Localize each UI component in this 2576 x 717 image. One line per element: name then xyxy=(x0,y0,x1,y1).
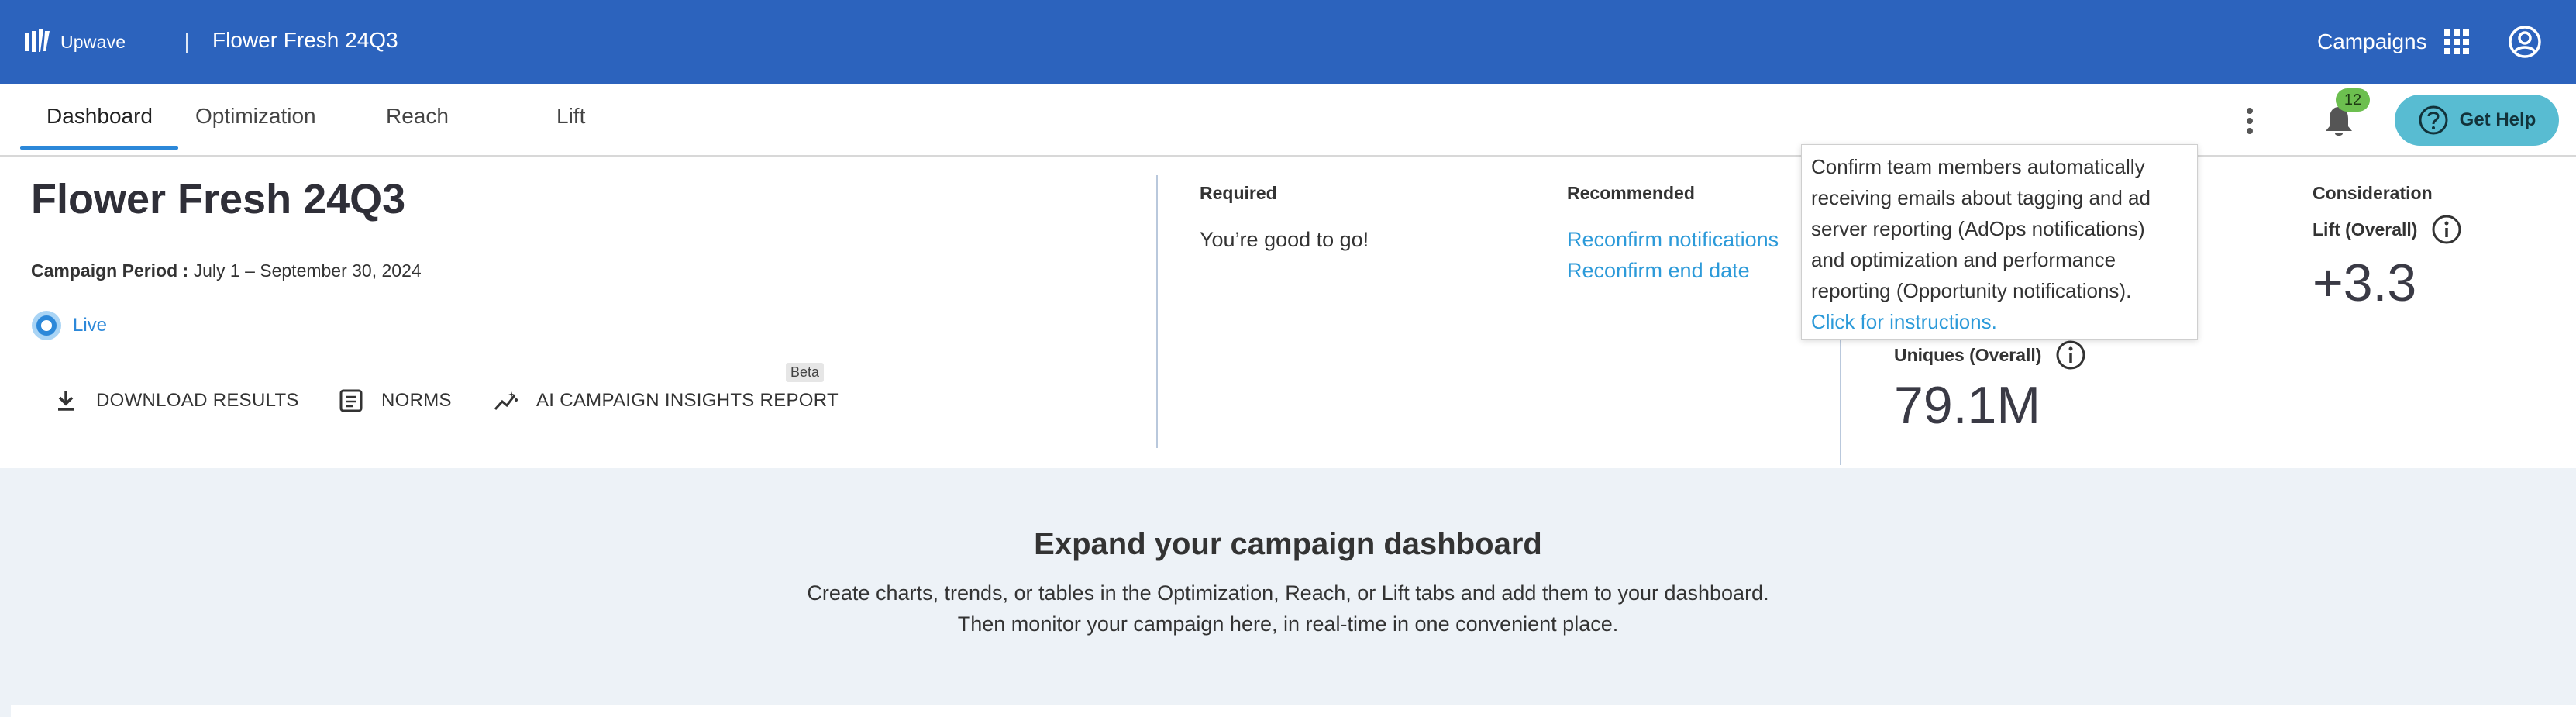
summary-divider-1 xyxy=(1156,175,1158,448)
upwave-logo-icon xyxy=(25,29,50,52)
dashboard-empty-state: Expand your campaign dashboard Create ch… xyxy=(0,468,2576,717)
campaigns-link[interactable]: Campaigns xyxy=(2317,29,2427,54)
tooltip-line: server reporting (AdOps notifications) xyxy=(1811,217,2145,240)
apps-grid-icon[interactable] xyxy=(2443,28,2471,56)
norms-button[interactable]: NORMS xyxy=(338,388,452,414)
tooltip-line: Confirm team members automatically xyxy=(1811,155,2145,178)
status-text: Live xyxy=(73,315,108,336)
required-heading: Required xyxy=(1200,183,1277,203)
campaign-period: Campaign Period : July 1 – September 30,… xyxy=(31,260,422,281)
empty-state-line-2: Then monitor your campaign here, in real… xyxy=(957,612,1619,636)
required-message: You’re good to go! xyxy=(1200,228,1369,251)
empty-state-line-1: Create charts, trends, or tables in the … xyxy=(807,581,1769,605)
uniques-value: 79.1M xyxy=(1894,376,2040,435)
tooltip-line: and optimization and performance xyxy=(1811,248,2116,271)
notifications-tooltip: Confirm team members automatically recei… xyxy=(1801,144,2198,340)
user-circle-icon[interactable] xyxy=(2508,25,2542,59)
campaign-period-value: July 1 – September 30, 2024 xyxy=(193,260,422,281)
empty-state-title: Expand your campaign dashboard xyxy=(1034,527,1542,561)
norms-list-icon xyxy=(339,389,363,412)
tooltip-line: receiving emails about tagging and ad xyxy=(1811,186,2151,209)
header-campaign-name: Flower Fresh 24Q3 xyxy=(212,28,398,52)
download-results-label: DOWNLOAD RESULTS xyxy=(96,390,299,411)
header-divider xyxy=(186,33,188,53)
tab-optimization[interactable]: Optimization xyxy=(195,104,316,129)
page-title: Flower Fresh 24Q3 xyxy=(31,176,406,222)
uniques-label: Uniques (Overall) xyxy=(1894,340,2086,371)
logo-text: Upwave xyxy=(60,31,126,52)
live-status-icon xyxy=(32,311,61,340)
uniques-label-text: Uniques (Overall) xyxy=(1894,344,2042,365)
active-tab-indicator xyxy=(20,146,178,150)
lift-value: +3.3 xyxy=(2313,253,2417,312)
lift-label: Lift (Overall) xyxy=(2313,214,2462,245)
download-results-button[interactable]: DOWNLOAD RESULTS xyxy=(53,388,299,414)
recommended-heading: Recommended xyxy=(1567,183,1695,203)
info-icon[interactable] xyxy=(2055,340,2086,371)
insights-trend-icon xyxy=(494,391,518,411)
info-icon[interactable] xyxy=(2431,214,2462,245)
ai-insights-report-label: AI CAMPAIGN INSIGHTS REPORT xyxy=(536,390,839,411)
beta-badge: Beta xyxy=(786,363,825,382)
tab-lift[interactable]: Lift xyxy=(556,104,585,129)
tab-dashboard[interactable]: Dashboard xyxy=(46,104,153,129)
help-question-icon xyxy=(2419,105,2448,135)
top-header: Upwave Flower Fresh 24Q3 Campaigns xyxy=(0,0,2576,84)
reconfirm-notifications-link[interactable]: Reconfirm notifications xyxy=(1567,228,1779,252)
get-help-label: Get Help xyxy=(2459,109,2536,130)
campaign-period-label: Campaign Period : xyxy=(31,260,189,281)
tooltip-line: reporting (Opportunity notifications). xyxy=(1811,279,2132,302)
click-for-instructions-link[interactable]: Click for instructions. xyxy=(1811,306,2188,337)
ai-insights-report-button[interactable]: AI CAMPAIGN INSIGHTS REPORT xyxy=(493,388,839,414)
kebab-menu-icon[interactable] xyxy=(2237,105,2263,136)
download-icon xyxy=(58,391,74,411)
get-help-button[interactable]: Get Help xyxy=(2395,95,2559,146)
norms-label: NORMS xyxy=(381,390,452,411)
upwave-logo[interactable]: Upwave xyxy=(23,26,126,57)
status-badge: Live xyxy=(31,310,107,341)
dashboard-card-edge xyxy=(11,705,2576,717)
notification-count-badge: 12 xyxy=(2336,88,2370,112)
reconfirm-end-date-link[interactable]: Reconfirm end date xyxy=(1567,259,1750,283)
tab-reach[interactable]: Reach xyxy=(386,104,449,129)
consideration-heading: Consideration xyxy=(2313,183,2433,203)
lift-label-text: Lift (Overall) xyxy=(2313,219,2418,240)
